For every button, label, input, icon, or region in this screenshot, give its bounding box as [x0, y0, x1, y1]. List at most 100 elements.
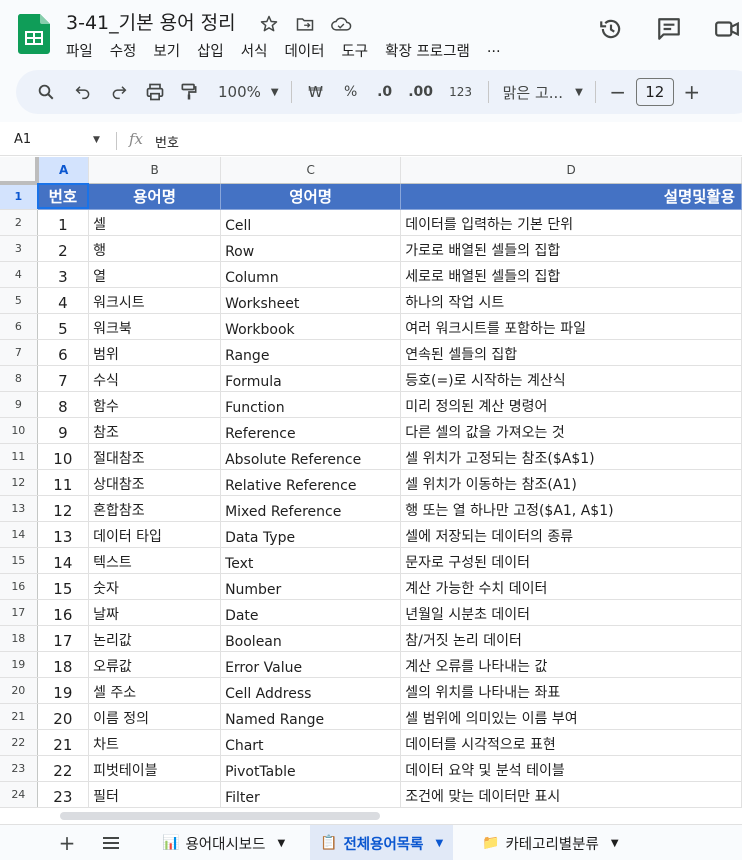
cell-term[interactable]: 셀 주소: [88, 677, 222, 704]
row-header[interactable]: 12: [0, 469, 38, 496]
cell-description[interactable]: 셀의 위치를 나타내는 좌표: [400, 677, 742, 704]
cell-term[interactable]: 셀: [88, 209, 222, 236]
cell-term[interactable]: 차트: [88, 729, 222, 756]
cell-english[interactable]: Filter: [220, 781, 402, 808]
cell-number[interactable]: 2: [37, 235, 90, 262]
cell-number[interactable]: 20: [37, 703, 90, 730]
all-sheets-menu-icon[interactable]: [99, 831, 123, 855]
menu-view[interactable]: 보기: [153, 40, 180, 61]
font-family-select[interactable]: 맑은 고... ▼: [503, 77, 583, 107]
cell-term[interactable]: 오류값: [88, 651, 222, 678]
cell-description[interactable]: 세로로 배열된 셀들의 집합: [400, 261, 742, 288]
cell-english[interactable]: Range: [220, 339, 402, 366]
row-header[interactable]: 17: [0, 599, 38, 626]
move-to-folder-icon[interactable]: [292, 11, 318, 37]
cell-english[interactable]: Function: [220, 391, 402, 418]
header-cell-term[interactable]: 용어명: [88, 183, 222, 210]
cell-number[interactable]: 3: [37, 261, 90, 288]
chevron-down-icon[interactable]: ▼: [435, 838, 443, 849]
cell-term[interactable]: 텍스트: [88, 547, 222, 574]
cloud-status-icon[interactable]: [328, 11, 354, 37]
cell-english[interactable]: Number: [220, 573, 402, 600]
cell-number[interactable]: 23: [37, 781, 90, 808]
cell-term[interactable]: 워크북: [88, 313, 222, 340]
cell-term[interactable]: 날짜: [88, 599, 222, 626]
cell-english[interactable]: Reference: [220, 417, 402, 444]
row-header[interactable]: 6: [0, 313, 38, 340]
cell-term[interactable]: 절대참조: [88, 443, 222, 470]
column-header-d[interactable]: D: [400, 157, 742, 184]
cell-description[interactable]: 행 또는 열 하나만 고정($A1, A$1): [400, 495, 742, 522]
cell-term[interactable]: 이름 정의: [88, 703, 222, 730]
row-header[interactable]: 9: [0, 391, 38, 418]
cell-description[interactable]: 여러 워크시트를 포함하는 파일: [400, 313, 742, 340]
meet-video-icon[interactable]: [712, 14, 742, 44]
cell-description[interactable]: 다른 셀의 값을 가져오는 것: [400, 417, 742, 444]
sheet-tab-all-terms[interactable]: 📋 전체용어목록 ▼: [310, 825, 454, 860]
cell-number[interactable]: 16: [37, 599, 90, 626]
header-cell-number[interactable]: 번호: [37, 183, 90, 210]
cell-description[interactable]: 참/거짓 논리 데이터: [400, 625, 742, 652]
cell-description[interactable]: 계산 오류를 나타내는 값: [400, 651, 742, 678]
cell-term[interactable]: 숫자: [88, 573, 222, 600]
cell-description[interactable]: 문자로 구성된 데이터: [400, 547, 742, 574]
row-header[interactable]: 13: [0, 495, 38, 522]
cell-english[interactable]: Formula: [220, 365, 402, 392]
cell-description[interactable]: 년월일 시분초 데이터: [400, 599, 742, 626]
row-header[interactable]: 4: [0, 261, 38, 288]
chevron-down-icon[interactable]: ▼: [93, 135, 100, 145]
cell-number[interactable]: 21: [37, 729, 90, 756]
cell-english[interactable]: PivotTable: [220, 755, 402, 782]
cell-number[interactable]: 12: [37, 495, 90, 522]
cell-term[interactable]: 참조: [88, 417, 222, 444]
header-cell-description[interactable]: 설명및활용: [400, 183, 742, 210]
cell-number[interactable]: 8: [37, 391, 90, 418]
cell-english[interactable]: Worksheet: [220, 287, 402, 314]
row-header[interactable]: 21: [0, 703, 38, 730]
number-format-button[interactable]: 123: [446, 77, 476, 107]
spreadsheet-grid[interactable]: A B C D 1 번호 용어명 영어명 설명및활용 2 1 셀 Cell 데이터를 입…: [0, 157, 742, 809]
sheet-tab-by-category[interactable]: 📁 카테고리별분류 ▼: [472, 825, 629, 860]
cell-english[interactable]: Text: [220, 547, 402, 574]
cell-description[interactable]: 데이터 요약 및 분석 테이블: [400, 755, 742, 782]
cell-english[interactable]: Row: [220, 235, 402, 262]
menu-format[interactable]: 서식: [241, 40, 268, 61]
sheet-tab-dashboard[interactable]: 📊 용어대시보드 ▼: [152, 825, 295, 860]
row-header[interactable]: 18: [0, 625, 38, 652]
cell-number[interactable]: 13: [37, 521, 90, 548]
cell-description[interactable]: 가로로 배열된 셀들의 집합: [400, 235, 742, 262]
cell-number[interactable]: 6: [37, 339, 90, 366]
row-header[interactable]: 15: [0, 547, 38, 574]
sheets-logo-icon[interactable]: [17, 14, 50, 54]
row-header[interactable]: 23: [0, 755, 38, 782]
cell-term[interactable]: 열: [88, 261, 222, 288]
percent-format-button[interactable]: %: [338, 77, 364, 107]
row-header[interactable]: 3: [0, 235, 38, 262]
cell-number[interactable]: 9: [37, 417, 90, 444]
cell-term[interactable]: 상대참조: [88, 469, 222, 496]
row-header[interactable]: 14: [0, 521, 38, 548]
cell-term[interactable]: 수식: [88, 365, 222, 392]
cell-term[interactable]: 피벗테이블: [88, 755, 222, 782]
cell-english[interactable]: Absolute Reference: [220, 443, 402, 470]
select-all-corner[interactable]: [0, 157, 40, 185]
cell-description[interactable]: 하나의 작업 시트: [400, 287, 742, 314]
chevron-down-icon[interactable]: ▼: [611, 838, 619, 849]
row-header[interactable]: 24: [0, 781, 38, 808]
row-header[interactable]: 2: [0, 209, 38, 236]
menu-data[interactable]: 데이터: [284, 40, 324, 61]
print-icon[interactable]: [140, 77, 170, 107]
cell-number[interactable]: 17: [37, 625, 90, 652]
cell-description[interactable]: 셀 범위에 의미있는 이름 부여: [400, 703, 742, 730]
increase-font-size-button[interactable]: +: [682, 77, 702, 107]
cell-english[interactable]: Column: [220, 261, 402, 288]
name-box[interactable]: A1: [14, 132, 31, 147]
column-header-c[interactable]: C: [220, 157, 402, 184]
menu-extensions[interactable]: 확장 프로그램: [385, 40, 470, 61]
cell-description[interactable]: 셀 위치가 고정되는 참조($A$1): [400, 443, 742, 470]
decrease-decimal-button[interactable]: .0: [372, 77, 398, 107]
cell-english[interactable]: Workbook: [220, 313, 402, 340]
add-sheet-icon[interactable]: +: [55, 831, 79, 855]
undo-icon[interactable]: [68, 77, 98, 107]
star-icon[interactable]: [256, 11, 282, 37]
